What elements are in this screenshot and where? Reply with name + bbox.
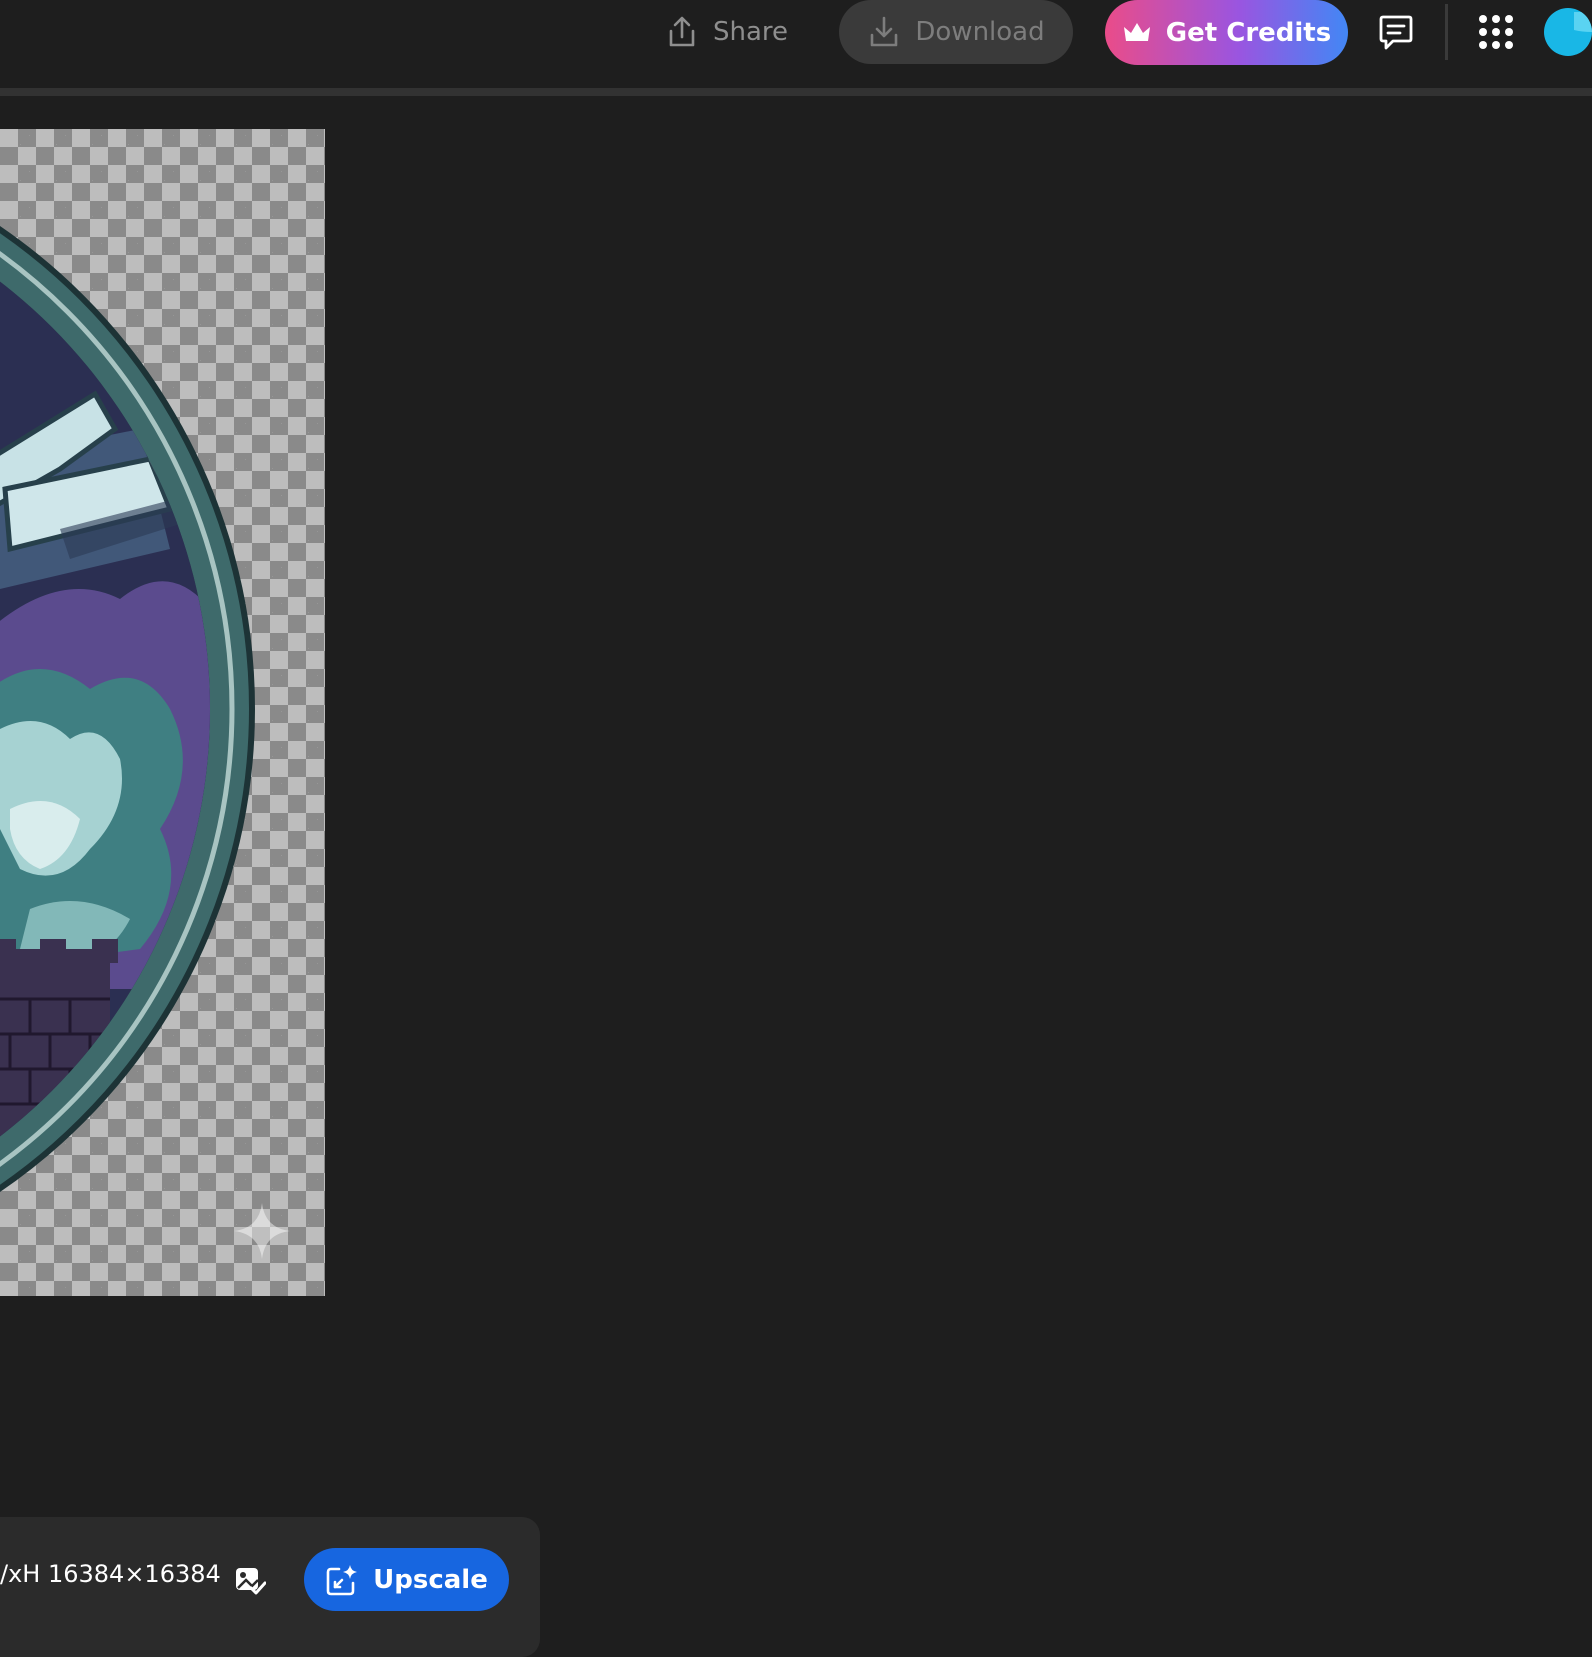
upscale-button[interactable]: Upscale [304,1548,509,1611]
app-grid-icon-dot [1479,15,1487,23]
app-grid-icon-dot [1505,15,1513,23]
top-toolbar: Share Download Get Credits [0,0,1592,88]
share-label: Share [713,17,789,47]
toolbar-divider [1445,4,1448,60]
avatar-graphic [1574,12,1592,32]
app-grid-icon-dot [1479,28,1487,36]
app-switcher-button[interactable] [1478,14,1514,50]
share-button[interactable]: Share [665,10,788,54]
app-grid-icon-dot [1492,41,1500,49]
image-dimensions-text: /xH 16384×16384 [0,1560,221,1588]
app-grid-icon-dot [1479,41,1487,49]
crown-icon [1123,22,1150,41]
download-label: Download [915,17,1045,47]
share-icon [669,16,695,47]
sparkle-watermark-icon [234,1203,290,1259]
download-icon [871,16,898,47]
image-check-icon [236,1568,267,1595]
generated-image-canvas[interactable] [0,129,325,1296]
upscale-label: Upscale [373,1564,488,1595]
download-button[interactable]: Download [839,0,1073,64]
app-grid-icon-dot [1505,28,1513,36]
app-grid-icon-dot [1492,28,1500,36]
get-credits-label: Get Credits [1165,17,1332,48]
upscale-sparkle-icon [326,1564,358,1595]
toolbar-bottom-border [0,88,1592,96]
get-credits-button[interactable]: Get Credits [1105,0,1348,65]
feedback-chat-icon [1379,15,1413,50]
avatar[interactable] [1544,8,1592,56]
image-check-button[interactable] [234,1566,267,1596]
app-grid-icon-dot [1492,15,1500,23]
badge-artwork [0,169,255,1249]
app-grid-icon-dot [1505,41,1513,49]
feedback-button[interactable] [1375,12,1417,54]
